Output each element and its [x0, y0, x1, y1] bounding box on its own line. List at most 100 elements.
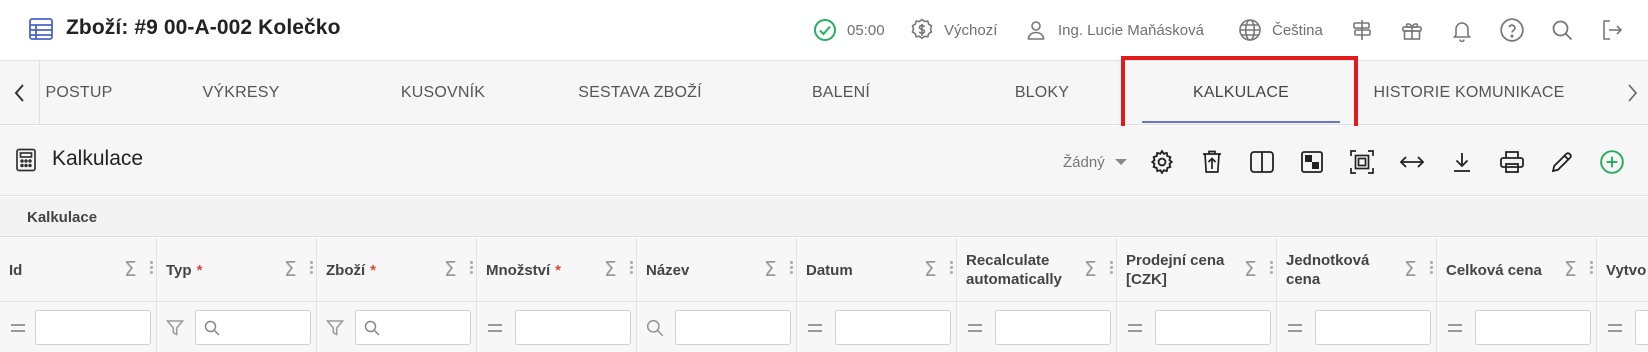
grid-header: Id Σ Typ * Σ Zboží * Σ Množství * Σ Název Σ…: [0, 238, 1648, 302]
column-header-mnozstvi[interactable]: Množství * Σ: [477, 238, 637, 302]
column-label: Prodejní cena [CZK]: [1126, 252, 1225, 288]
column-menu-icon[interactable]: [1270, 259, 1274, 279]
column-menu-icon[interactable]: [1590, 259, 1594, 279]
equals-icon[interactable]: [965, 318, 985, 338]
globe-icon: [1238, 18, 1272, 42]
tab-vykresy[interactable]: VÝKRESY: [186, 61, 296, 124]
signpost-icon[interactable]: [1348, 16, 1376, 44]
page-title: Zboží: #9 00-A-002 Kolečko: [66, 16, 341, 39]
sigma-icon[interactable]: Σ: [284, 258, 302, 280]
column-header-jednotkova-cena[interactable]: Jednotková cena Σ: [1277, 238, 1437, 302]
print-button[interactable]: [1497, 147, 1527, 177]
user-menu[interactable]: Ing. Lucie Maňásková: [1024, 17, 1204, 43]
column-header-vytvoreno[interactable]: Vytvo: [1597, 238, 1648, 302]
tabs-scroll-right-button[interactable]: [1612, 61, 1648, 124]
sigma-icon[interactable]: Σ: [1244, 258, 1262, 280]
equals-icon[interactable]: [485, 318, 505, 338]
column-menu-icon[interactable]: [310, 259, 314, 279]
sigma-icon[interactable]: Σ: [1564, 258, 1582, 280]
equals-icon[interactable]: [1285, 318, 1305, 338]
column-menu-icon[interactable]: [790, 259, 794, 279]
filter-input-recalculate[interactable]: [995, 310, 1111, 345]
search-icon[interactable]: [1548, 16, 1576, 44]
currency-mode[interactable]: Výchozí: [910, 17, 997, 43]
sigma-icon[interactable]: Σ: [604, 258, 622, 280]
view-select[interactable]: Žádný: [1063, 150, 1127, 174]
tab-sestava-zbozi[interactable]: SESTAVA ZBOŽÍ: [565, 61, 715, 124]
filter-input-vytvoreno[interactable]: [1635, 310, 1648, 345]
sigma-icon[interactable]: Σ: [764, 258, 782, 280]
help-icon[interactable]: [1498, 16, 1526, 44]
sigma-icon[interactable]: Σ: [1084, 258, 1102, 280]
tab-kalkulace[interactable]: KALKULACE: [1132, 61, 1350, 124]
tab-baleni[interactable]: BALENÍ: [791, 61, 891, 124]
download-button[interactable]: [1447, 147, 1477, 177]
calculator-icon: [15, 148, 37, 172]
column-label: Datum: [806, 261, 853, 279]
currency-mode-label: Výchozí: [944, 21, 998, 39]
filter-input-id[interactable]: [35, 310, 151, 345]
fit-button[interactable]: [1347, 147, 1377, 177]
sigma-icon[interactable]: Σ: [124, 258, 142, 280]
frame-select-icon: [1349, 149, 1375, 175]
split-view-button[interactable]: [1247, 147, 1277, 177]
bell-icon[interactable]: [1448, 16, 1476, 44]
column-menu-icon[interactable]: [470, 259, 474, 279]
tab-bloky[interactable]: BLOKY: [1000, 61, 1084, 124]
delete-button[interactable]: [1197, 147, 1227, 177]
column-header-celkova-cena[interactable]: Celková cena Σ: [1437, 238, 1597, 302]
filter-input-prodejni-cena[interactable]: [1155, 310, 1271, 345]
filter-input-datum[interactable]: [835, 310, 951, 345]
column-header-prodejni-cena[interactable]: Prodejní cena [CZK] Σ: [1117, 238, 1277, 302]
column-label: Id: [9, 261, 23, 279]
column-header-nazev[interactable]: Název Σ: [637, 238, 797, 302]
sigma-icon[interactable]: Σ: [924, 258, 942, 280]
logout-icon[interactable]: [1598, 16, 1626, 44]
tab-postup[interactable]: POSTUP: [42, 61, 116, 124]
funnel-icon[interactable]: [325, 318, 345, 338]
filter-input-jednotkova-cena[interactable]: [1315, 310, 1431, 345]
column-header-zbozi[interactable]: Zboží * Σ: [317, 238, 477, 302]
required-marker: *: [555, 261, 562, 279]
equals-icon[interactable]: [1605, 318, 1625, 338]
session-timer[interactable]: 05:00: [813, 17, 885, 43]
column-header-id[interactable]: Id Σ: [0, 238, 157, 302]
tabs-scroll-left-button[interactable]: [0, 61, 40, 124]
add-button[interactable]: [1597, 147, 1627, 177]
layout-button[interactable]: [1297, 147, 1327, 177]
funnel-icon[interactable]: [165, 318, 185, 338]
settings-button[interactable]: [1147, 147, 1177, 177]
filter-row: [0, 302, 1648, 352]
language-label: Čeština: [1272, 21, 1323, 39]
sigma-icon[interactable]: Σ: [1404, 258, 1422, 280]
edit-button[interactable]: [1547, 147, 1577, 177]
search-icon[interactable]: [645, 318, 665, 338]
pencil-icon: [1550, 150, 1574, 174]
column-menu-icon[interactable]: [1430, 259, 1434, 279]
tab-historie-komunikace[interactable]: HISTORIE KOMUNIKACE: [1362, 61, 1576, 124]
column-header-typ[interactable]: Typ * Σ: [157, 238, 317, 302]
equals-icon[interactable]: [1445, 318, 1465, 338]
tab-kusovnik[interactable]: KUSOVNÍK: [388, 61, 498, 124]
language-switch[interactable]: Čeština: [1238, 17, 1323, 43]
filter-input-zbozi[interactable]: [355, 310, 471, 345]
filter-input-typ[interactable]: [195, 310, 311, 345]
gift-icon[interactable]: [1398, 16, 1426, 44]
column-menu-icon[interactable]: [950, 259, 954, 279]
filter-cell-celkova-cena: [1437, 302, 1597, 352]
column-menu-icon[interactable]: [630, 259, 634, 279]
equals-icon[interactable]: [805, 318, 825, 338]
filter-input-celkova-cena[interactable]: [1475, 310, 1591, 345]
equals-icon[interactable]: [8, 318, 28, 338]
filter-input-mnozstvi[interactable]: [515, 310, 631, 345]
download-icon: [1450, 150, 1474, 174]
chevron-left-icon: [13, 83, 27, 103]
column-header-datum[interactable]: Datum Σ: [797, 238, 957, 302]
column-menu-icon[interactable]: [1110, 259, 1114, 279]
column-header-recalculate[interactable]: Recalculate automatically Σ: [957, 238, 1117, 302]
expand-width-button[interactable]: [1397, 147, 1427, 177]
sigma-icon[interactable]: Σ: [444, 258, 462, 280]
filter-input-nazev[interactable]: [675, 310, 791, 345]
column-menu-icon[interactable]: [150, 259, 154, 279]
equals-icon[interactable]: [1125, 318, 1145, 338]
